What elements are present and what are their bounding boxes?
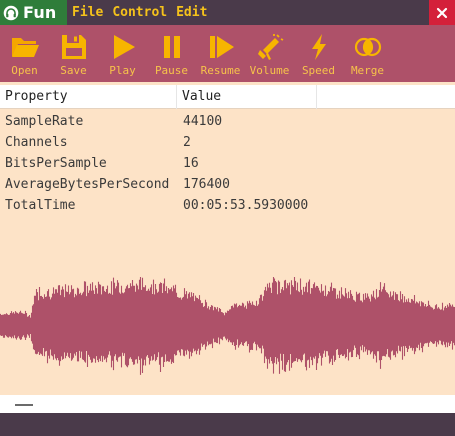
volume-label: Volume — [249, 64, 290, 77]
table-row[interactable]: SampleRate 44100 — [0, 111, 455, 132]
property-name: TotalTime — [5, 198, 76, 213]
scrollbar-thumb[interactable] — [15, 404, 33, 406]
audio-waveform[interactable] — [0, 277, 455, 387]
column-header-value[interactable]: Value — [177, 85, 317, 109]
property-name: SampleRate — [5, 114, 84, 129]
folder-open-icon — [11, 38, 39, 57]
merge-circles-icon — [354, 37, 381, 57]
menu-file[interactable]: File — [72, 5, 103, 20]
speed-label: Speed — [301, 64, 336, 77]
property-value: 00:05:53.5930000 — [183, 198, 309, 213]
app-brand: Fun — [0, 0, 67, 25]
status-bar — [0, 413, 455, 436]
menu-control[interactable]: Control — [112, 5, 167, 20]
save-label: Save — [60, 64, 87, 77]
app-window: Fun File Control Edit Open Save Play Pau… — [0, 0, 455, 436]
property-value: 176400 — [183, 177, 230, 192]
save-button[interactable]: Save — [49, 25, 98, 82]
play-button[interactable]: Play — [98, 25, 147, 82]
close-button[interactable] — [429, 0, 455, 25]
volume-button[interactable]: Volume — [245, 25, 294, 82]
title-bar: Fun File Control Edit — [0, 0, 455, 25]
property-table: SampleRate 44100 Channels 2 BitsPerSampl… — [0, 111, 455, 216]
table-row[interactable]: BitsPerSample 16 — [0, 153, 455, 174]
column-header-property[interactable]: Property — [0, 85, 177, 109]
waveform-trace — [0, 277, 455, 375]
resume-button[interactable]: Resume — [196, 25, 245, 82]
toolbar: Open Save Play Pause Resume Volume Speed… — [0, 25, 455, 82]
property-name: BitsPerSample — [5, 156, 107, 171]
property-value: 16 — [183, 156, 199, 171]
property-name: AverageBytesPerSecond — [5, 177, 170, 192]
pause-label: Pause — [154, 64, 189, 77]
resume-label: Resume — [200, 64, 241, 77]
headphones-icon — [3, 5, 19, 21]
pause-icon — [163, 36, 180, 58]
speed-button[interactable]: Speed — [294, 25, 343, 82]
lightning-icon — [311, 34, 326, 60]
content-area: Property Value SampleRate 44100 Channels… — [0, 82, 455, 395]
open-label: Open — [11, 64, 38, 77]
megaphone-icon — [257, 34, 283, 60]
play-icon — [113, 35, 135, 59]
pause-button[interactable]: Pause — [147, 25, 196, 82]
menu-bar: File Control Edit — [72, 0, 216, 25]
resume-icon — [209, 36, 234, 58]
merge-button[interactable]: Merge — [343, 25, 392, 82]
save-icon — [61, 35, 86, 59]
close-icon — [436, 7, 448, 18]
property-value: 44100 — [183, 114, 223, 129]
property-value: 2 — [183, 135, 191, 150]
menu-edit[interactable]: Edit — [176, 5, 207, 20]
property-name: Channels — [5, 135, 68, 150]
app-title: Fun — [23, 3, 57, 22]
table-row[interactable]: AverageBytesPerSecond 176400 — [0, 174, 455, 195]
horizontal-scrollbar[interactable] — [0, 395, 455, 413]
merge-label: Merge — [350, 64, 385, 77]
table-row[interactable]: TotalTime 00:05:53.5930000 — [0, 195, 455, 216]
open-button[interactable]: Open — [0, 25, 49, 82]
table-header: Property Value — [0, 85, 455, 109]
play-label: Play — [109, 64, 136, 77]
table-row[interactable]: Channels 2 — [0, 132, 455, 153]
